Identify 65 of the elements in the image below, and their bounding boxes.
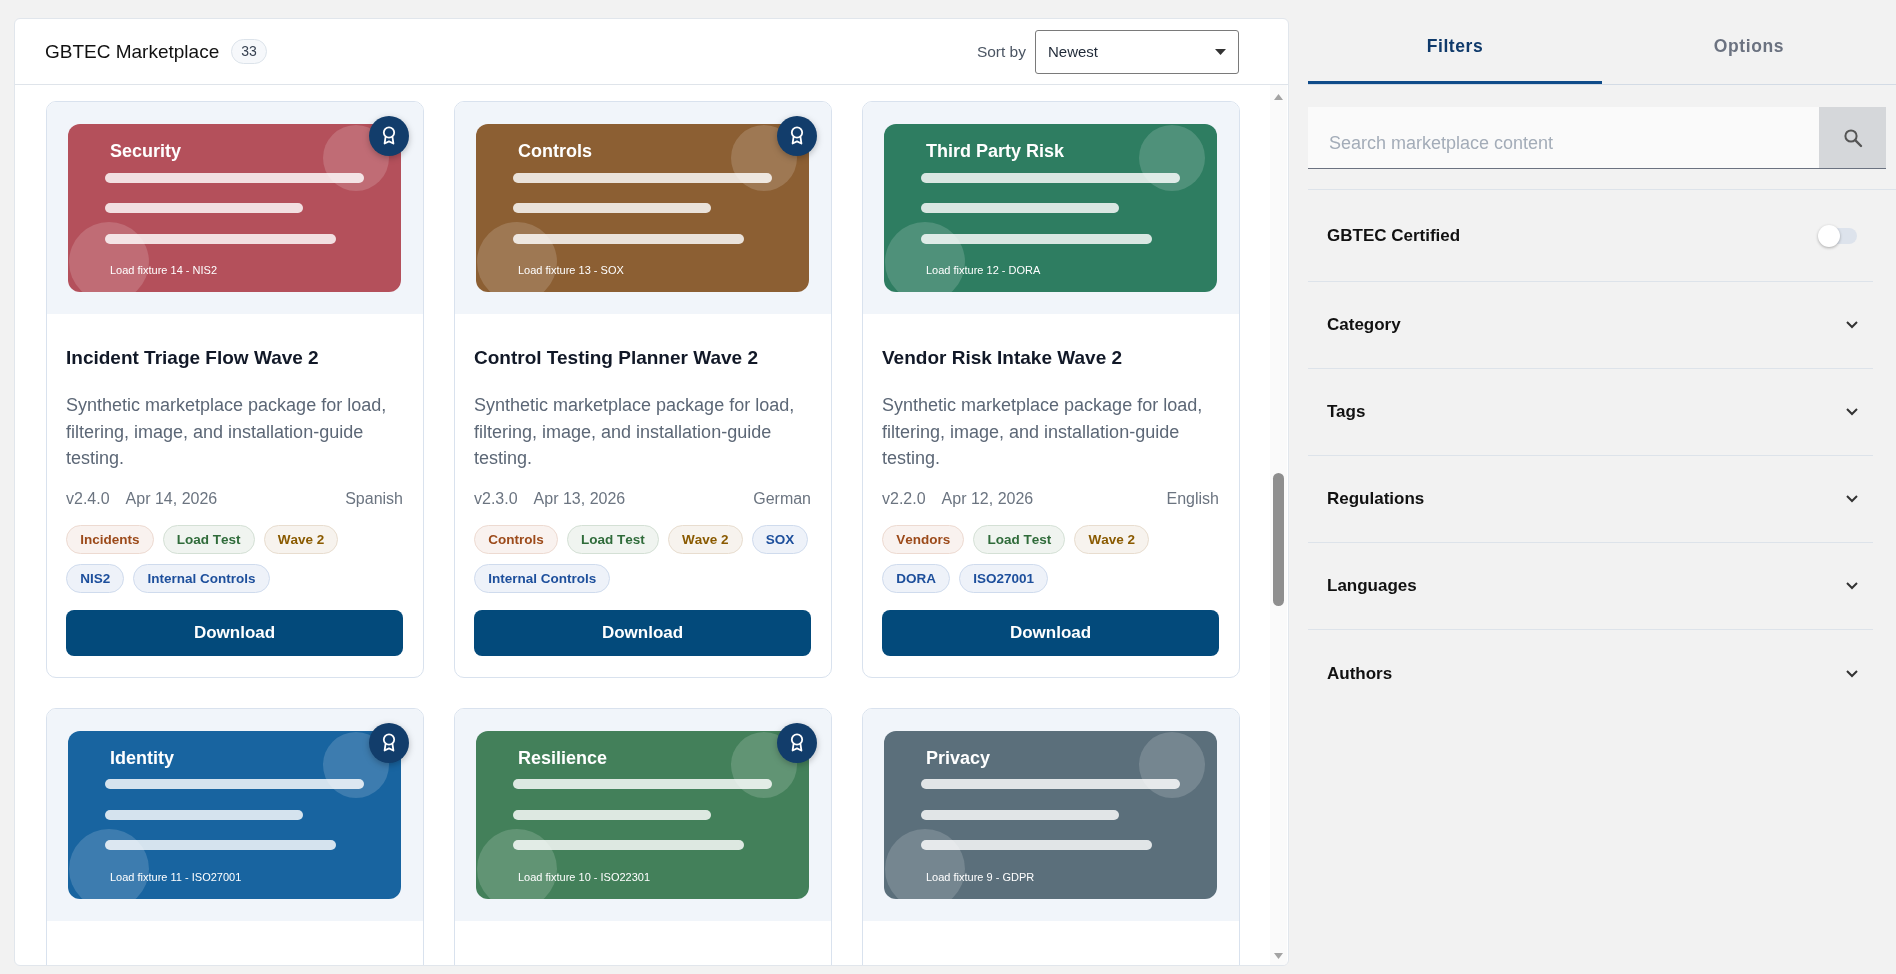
search-field[interactable]: Search marketplace content [1308, 107, 1819, 169]
tag: Load Test [973, 524, 1066, 554]
filter-accordion-header[interactable]: Category [1308, 282, 1873, 369]
tag: Load Test [566, 524, 659, 554]
sidebar-tab[interactable]: Options [1602, 0, 1896, 84]
filter-accordion-header[interactable]: Tags [1308, 369, 1873, 456]
package-description: Synthetic marketplace package for load, filtering, image, and installation-guide testing. [66, 394, 388, 470]
tag: NIS2 [66, 563, 125, 593]
version-label: v2.2.0 [882, 488, 926, 509]
tag: SOX [751, 524, 809, 554]
thumbnail-title: Security [110, 140, 183, 162]
sort-dropdown[interactable]: Newest [1035, 29, 1239, 74]
language-label: English [1166, 488, 1219, 509]
version-label: v2.3.0 [474, 488, 518, 509]
tag: ISO27001 [959, 563, 1049, 593]
package-title: Vendor Risk Intake Wave 2 [882, 346, 1124, 370]
search-button[interactable] [1819, 107, 1886, 169]
thumbnail-caption: Load fixture 11 - ISO27001 [110, 869, 243, 884]
thumbnail-title: Identity [110, 746, 175, 769]
tag: Wave 2 [263, 524, 339, 554]
release-date: Apr 12, 2026 [941, 488, 1034, 509]
scrollbar-thumb[interactable] [1273, 473, 1284, 606]
tag: Internal Controls [474, 563, 611, 593]
thumbnail-title: Privacy [926, 746, 992, 769]
thumbnail-caption: Load fixture 10 - ISO22301 [518, 869, 652, 884]
filter-accordion-header[interactable]: Languages [1308, 543, 1873, 630]
thumbnail-caption: Load fixture 14 - NIS2 [110, 263, 218, 277]
package-description: Synthetic marketplace package for load, filtering, image, and installation-guide testing. [474, 394, 796, 470]
marketplace-title: GBTEC Marketplace [45, 40, 220, 63]
thumbnail-caption: Load fixture 9 - GDPR [926, 869, 1036, 884]
package-title: Control Testing Planner Wave 2 [474, 346, 759, 370]
language-label: Spanish [345, 488, 403, 509]
version-label: v2.4.0 [66, 488, 110, 509]
download-button[interactable]: Download [66, 609, 403, 656]
package-description: Synthetic marketplace package for load, filtering, image, and installation-guide testing. [882, 394, 1204, 470]
thumbnail-title: Controls [518, 140, 593, 162]
thumbnail-caption: Load fixture 12 - DORA [926, 263, 1042, 277]
tag: DORA [882, 563, 951, 593]
thumbnail-caption: Load fixture 13 - SOX [518, 263, 625, 277]
download-button[interactable]: Download [474, 609, 811, 656]
tag: Vendors [882, 524, 965, 554]
scroll-up-arrow-icon[interactable] [1274, 94, 1283, 100]
scroll-down-arrow-icon[interactable] [1274, 953, 1283, 959]
toggle-switch[interactable] [1818, 224, 1857, 247]
tag: Internal Controls [133, 563, 270, 593]
language-label: German [753, 488, 811, 509]
download-button[interactable]: Download [882, 609, 1219, 656]
tag: Load Test [162, 524, 255, 554]
release-date: Apr 14, 2026 [125, 488, 218, 509]
filter-label: GBTEC Certified [1327, 225, 1461, 246]
tag: Incidents [66, 524, 154, 554]
tag: Wave 2 [667, 524, 743, 554]
search-icon [1842, 127, 1863, 148]
package-title: Incident Triage Flow Wave 2 [66, 346, 320, 370]
sidebar-tab[interactable]: Filters [1308, 0, 1602, 84]
thumbnail-title: Resilience [518, 746, 609, 769]
thumbnail-title: Third Party Risk [926, 140, 1066, 162]
item-count-badge: 33 [231, 39, 267, 64]
tag: Wave 2 [1074, 524, 1150, 554]
release-date: Apr 13, 2026 [533, 488, 626, 509]
tag: Controls [474, 524, 558, 554]
filter-accordion-header[interactable]: Authors [1308, 630, 1873, 717]
filter-accordion-header[interactable]: Regulations [1308, 456, 1873, 543]
sort-label: Sort by [976, 42, 1026, 61]
caret-icon [1215, 48, 1226, 55]
